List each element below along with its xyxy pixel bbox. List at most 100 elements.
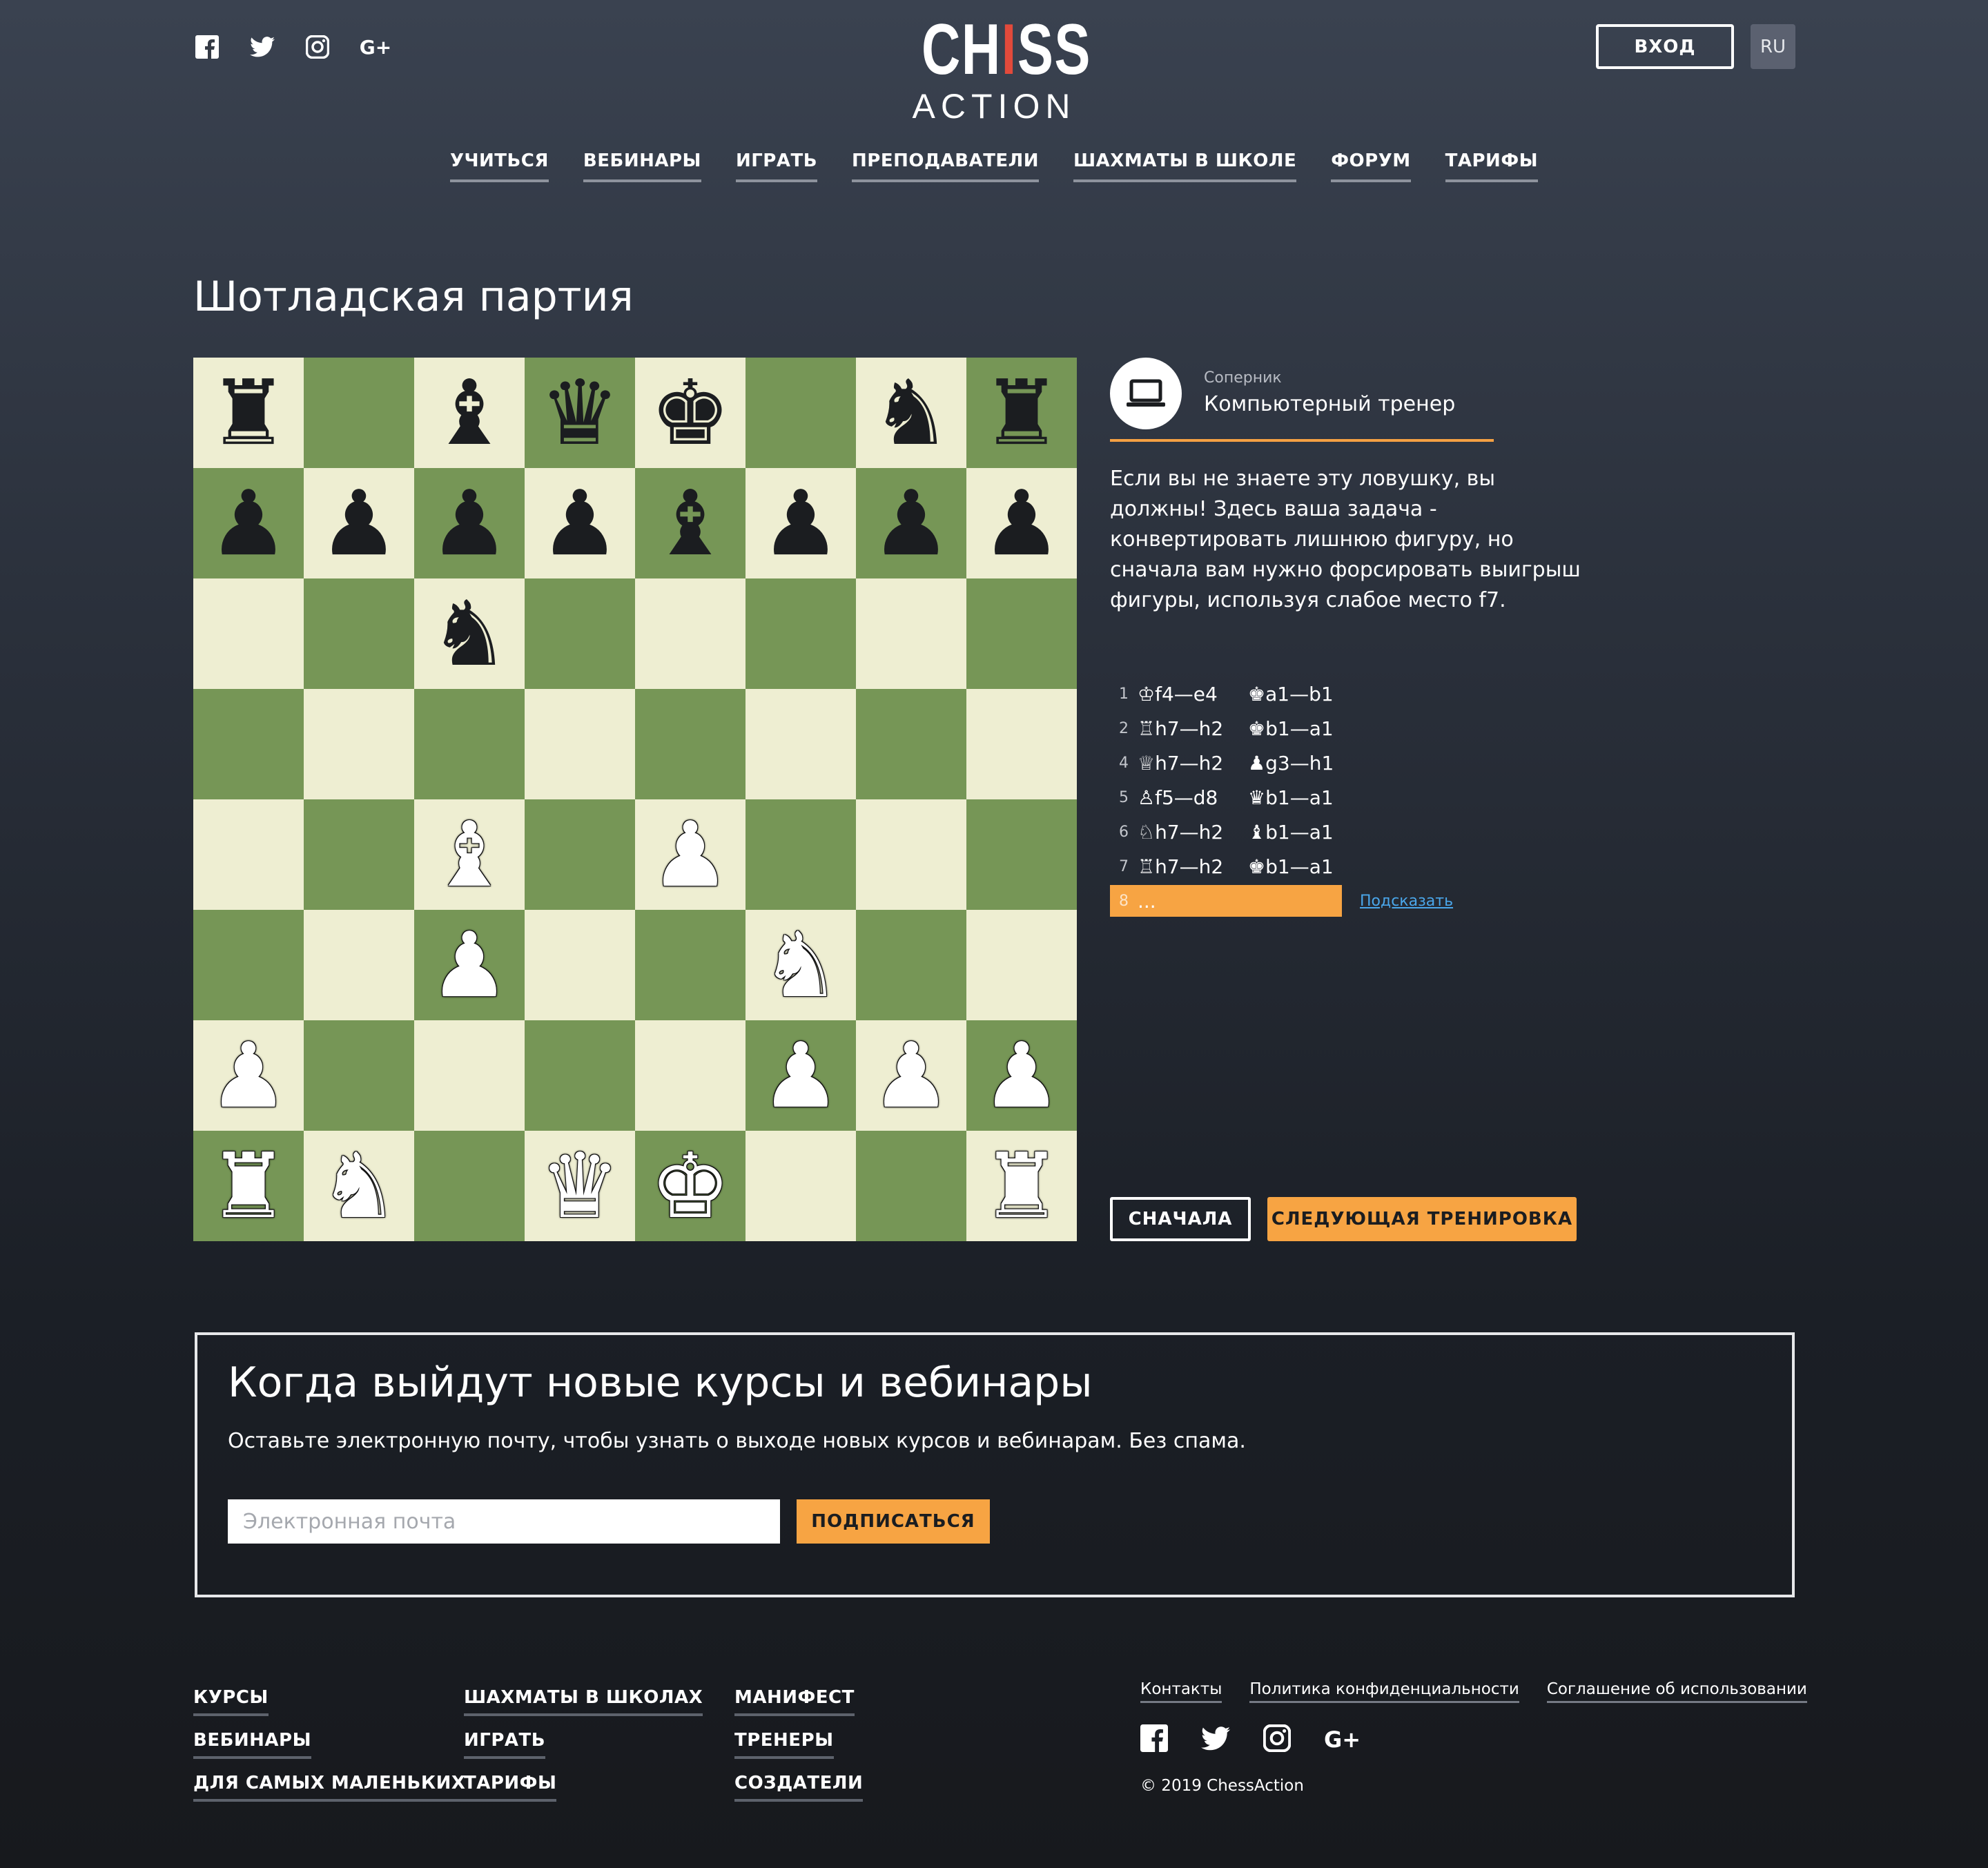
black-rook-piece[interactable]: ♜: [982, 368, 1062, 458]
footer-link-schools[interactable]: ШАХМАТЫ В ШКОЛАХ: [464, 1687, 703, 1716]
board-square[interactable]: ♟: [746, 468, 856, 578]
black-bishop-piece[interactable]: ♝: [429, 368, 510, 458]
move-row[interactable]: 2 ♖h7—h2 ♚b1—a1: [1110, 711, 1593, 746]
board-square[interactable]: [635, 1020, 746, 1131]
board-square[interactable]: [746, 1131, 856, 1241]
board-square[interactable]: [966, 689, 1077, 799]
black-pawn-piece[interactable]: ♟: [871, 478, 952, 568]
white-knight-piece[interactable]: ♞: [761, 920, 841, 1010]
white-pawn-piece[interactable]: ♟: [429, 920, 510, 1010]
board-square[interactable]: ♟: [856, 468, 966, 578]
white-knight-piece[interactable]: ♞: [319, 1141, 400, 1231]
black-pawn-piece[interactable]: ♟: [540, 478, 621, 568]
board-square[interactable]: ♞: [414, 578, 525, 689]
black-pawn-piece[interactable]: ♟: [761, 478, 841, 568]
board-square[interactable]: [635, 910, 746, 1020]
board-square[interactable]: ♟: [525, 468, 635, 578]
twitter-icon[interactable]: [248, 33, 276, 61]
move-row[interactable]: 6 ♘h7—h2 ♝b1—a1: [1110, 815, 1593, 849]
black-rook-piece[interactable]: ♜: [208, 368, 289, 458]
black-pawn-piece[interactable]: ♟: [208, 478, 289, 568]
twitter-icon[interactable]: [1201, 1726, 1230, 1753]
board-square[interactable]: ♛: [525, 1131, 635, 1241]
board-square[interactable]: ♟: [414, 468, 525, 578]
nav-school-chess[interactable]: ШАХМАТЫ В ШКОЛЕ: [1073, 150, 1297, 182]
board-square[interactable]: [414, 1131, 525, 1241]
board-square[interactable]: ♟: [193, 468, 304, 578]
board-square[interactable]: ♞: [304, 1131, 414, 1241]
google-plus-icon[interactable]: G+: [359, 33, 392, 61]
black-king-piece[interactable]: ♚: [650, 368, 731, 458]
board-square[interactable]: [635, 578, 746, 689]
board-square[interactable]: [304, 910, 414, 1020]
white-pawn-piece[interactable]: ♟: [650, 810, 731, 899]
board-square[interactable]: [304, 1020, 414, 1131]
board-square[interactable]: ♟: [746, 1020, 856, 1131]
move-row[interactable]: 5 ♙f5—d8 ♛b1—a1: [1110, 780, 1593, 815]
board-square[interactable]: [966, 799, 1077, 910]
white-rook-piece[interactable]: ♜: [982, 1141, 1062, 1231]
footer-link-trainers[interactable]: ТРЕНЕРЫ: [734, 1730, 834, 1759]
board-square[interactable]: ♞: [856, 358, 966, 468]
facebook-icon[interactable]: [193, 33, 221, 61]
footer-link-privacy[interactable]: Политика конфиденциальности: [1249, 1680, 1519, 1703]
next-training-button[interactable]: СЛЕДУЮЩАЯ ТРЕНИРОВКА: [1267, 1197, 1577, 1241]
white-pawn-piece[interactable]: ♟: [208, 1031, 289, 1120]
board-square[interactable]: ♟: [966, 1020, 1077, 1131]
board-square[interactable]: [856, 799, 966, 910]
board-square[interactable]: [966, 910, 1077, 1020]
board-square[interactable]: ♜: [193, 1131, 304, 1241]
board-square[interactable]: [193, 578, 304, 689]
board-square[interactable]: [746, 578, 856, 689]
facebook-icon[interactable]: [1140, 1724, 1168, 1755]
board-square[interactable]: ♜: [193, 358, 304, 468]
board-square[interactable]: ♝: [635, 468, 746, 578]
white-queen-piece[interactable]: ♛: [540, 1141, 621, 1231]
black-knight-piece[interactable]: ♞: [871, 368, 952, 458]
board-square[interactable]: [304, 578, 414, 689]
board-square[interactable]: [304, 358, 414, 468]
board-square[interactable]: [525, 799, 635, 910]
login-button[interactable]: ВХОД: [1596, 24, 1734, 69]
board-square[interactable]: ♝: [414, 799, 525, 910]
board-square[interactable]: ♟: [414, 910, 525, 1020]
restart-button[interactable]: СНАЧАЛА: [1110, 1197, 1251, 1241]
hint-link[interactable]: Подсказать: [1360, 893, 1453, 910]
board-square[interactable]: [304, 689, 414, 799]
board-square[interactable]: [856, 910, 966, 1020]
board-square[interactable]: [856, 689, 966, 799]
black-bishop-piece[interactable]: ♝: [650, 478, 731, 568]
move-row[interactable]: 4 ♕h7—h2 ♟g3—h1: [1110, 746, 1593, 780]
footer-link-manifest[interactable]: МАНИФЕСТ: [734, 1687, 855, 1716]
footer-link-pricing[interactable]: ТАРИФЫ: [464, 1773, 557, 1802]
white-bishop-piece[interactable]: ♝: [429, 810, 510, 899]
move-row[interactable]: 7 ♖h7—h2 ♚b1—a1: [1110, 849, 1593, 884]
board-square[interactable]: ♞: [746, 910, 856, 1020]
nav-forum[interactable]: ФОРУМ: [1331, 150, 1411, 182]
board-square[interactable]: [856, 578, 966, 689]
board-square[interactable]: ♚: [635, 358, 746, 468]
current-move-input[interactable]: 8...: [1110, 885, 1342, 917]
language-selector[interactable]: RU: [1751, 24, 1795, 69]
board-square[interactable]: ♝: [414, 358, 525, 468]
board-square[interactable]: [966, 578, 1077, 689]
white-rook-piece[interactable]: ♜: [208, 1141, 289, 1231]
board-square[interactable]: [414, 1020, 525, 1131]
footer-link-play[interactable]: ИГРАТЬ: [464, 1730, 546, 1759]
board-square[interactable]: ♟: [193, 1020, 304, 1131]
black-knight-piece[interactable]: ♞: [429, 589, 510, 679]
board-square[interactable]: [635, 689, 746, 799]
board-square[interactable]: [304, 799, 414, 910]
board-square[interactable]: [746, 799, 856, 910]
nav-learn[interactable]: УЧИТЬСЯ: [449, 150, 549, 182]
board-square[interactable]: [525, 578, 635, 689]
chessaction-logo[interactable]: CHISS ACTION: [897, 14, 1091, 127]
board-square[interactable]: ♜: [966, 358, 1077, 468]
board-square[interactable]: [746, 689, 856, 799]
nav-play[interactable]: ИГРАТЬ: [735, 150, 818, 182]
footer-link-webinars[interactable]: ВЕБИНАРЫ: [193, 1730, 312, 1759]
black-pawn-piece[interactable]: ♟: [429, 478, 510, 568]
chess-board[interactable]: ♜ ♝ ♛ ♚ ♞ ♜ ♟ ♟ ♟ ♟ ♝ ♟ ♟ ♟ ♞ ♝ ♟ ♟ ♞ ♟ ♟ ♟ ♟ ♜ ♞ ♛ ♚ ♜: [193, 358, 1077, 1241]
black-pawn-piece[interactable]: ♟: [319, 478, 400, 568]
black-pawn-piece[interactable]: ♟: [982, 478, 1062, 568]
